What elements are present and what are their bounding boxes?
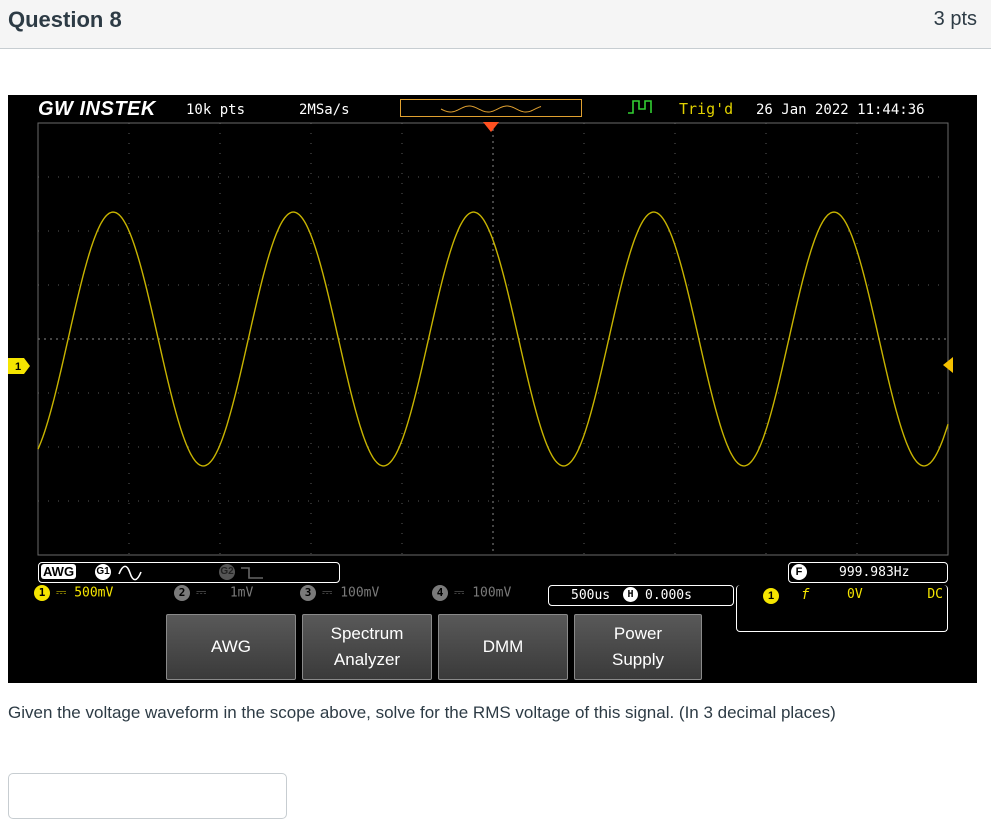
softkey-awg[interactable]: AWG [166,614,296,680]
ch4-status[interactable]: 4 ⎓ 100mV [432,585,511,607]
sine-wave-icon [118,565,142,581]
record-length: 10k pts [186,102,246,118]
trigger-position-marker-icon [483,122,499,132]
trigger-level: 0V [847,587,863,602]
answer-input[interactable] [8,773,287,819]
timebase-position: 0.000s [645,588,692,603]
scope-status-bar: GW INSTEK 10k pts 2MSa/s Trig'd 26 Jan 2… [8,95,977,123]
square-wave-icon [241,567,263,579]
question-points: 3 pts [933,8,977,30]
ch2-coupling-icon: ⎓ [196,585,207,601]
date-time: 26 Jan 2022 11:44:36 [756,102,925,118]
timebase-status[interactable]: 500us H 0.000s [548,585,734,606]
ch3-coupling-icon: ⎓ [322,585,333,601]
trigger-coupling: DC [927,587,943,602]
ch2-badge: 2 [174,585,190,601]
ch3-badge: 3 [300,585,316,601]
softkey-power-supply[interactable]: Power Supply [574,614,702,680]
ch4-coupling-icon: ⎓ [454,585,465,601]
awg-g2-badge: G2 [219,564,235,580]
trigger-source-badge: 1 [763,588,779,604]
ch3-scale: 100mV [340,585,380,601]
ch1-coupling-icon: ⎓ [56,585,67,601]
awg-g1-badge: G1 [95,564,111,580]
ch4-scale: 100mV [472,585,512,601]
trigger-level-marker-icon [943,357,953,373]
ch2-status[interactable]: 2 ⎓ 1mV [174,585,253,607]
ch1-marker-label: 1 [15,361,21,373]
horizontal-position-icon: H [623,587,638,602]
frequency-counter-box: F 999.983Hz [788,562,948,583]
ch1-ground-marker-icon: 1 [8,358,30,374]
softkey-dmm[interactable]: DMM [438,614,568,680]
timebase-scale: 500us [571,588,611,603]
sample-rate: 2MSa/s [299,102,350,118]
trigger-status-box[interactable]: 1 f 0V DC [736,585,948,632]
ch1-badge: 1 [34,585,50,601]
question-title: Question 8 [8,7,122,32]
softkey-spectrum-analyzer[interactable]: Spectrum Analyzer [302,614,432,680]
brand-logo: GW INSTEK [38,98,156,120]
question-header: Question 8 3 pts [0,0,991,49]
awg-label: AWG [41,564,77,579]
awg-status-box: AWG G1 G2 [38,562,340,583]
memory-waveform-icon [440,105,542,113]
ch4-badge: 4 [432,585,448,601]
ch1-scale: 500mV [74,585,114,601]
frequency-icon: F [791,564,807,580]
ch2-scale: 1mV [229,585,254,601]
trigger-edge-icon [628,100,652,114]
question-prompt: Given the voltage waveform in the scope … [8,703,836,722]
ch1-status[interactable]: 1 ⎓ 500mV [34,585,113,607]
trigger-slope-icon: f [801,587,810,603]
memory-position-bar [400,99,582,117]
oscilloscope-screenshot: GW INSTEK 10k pts 2MSa/s Trig'd 26 Jan 2… [8,95,977,683]
frequency-value: 999.983Hz [839,565,910,580]
ch3-status[interactable]: 3 ⎓ 100mV [300,585,379,607]
trigger-status: Trig'd [679,100,734,118]
